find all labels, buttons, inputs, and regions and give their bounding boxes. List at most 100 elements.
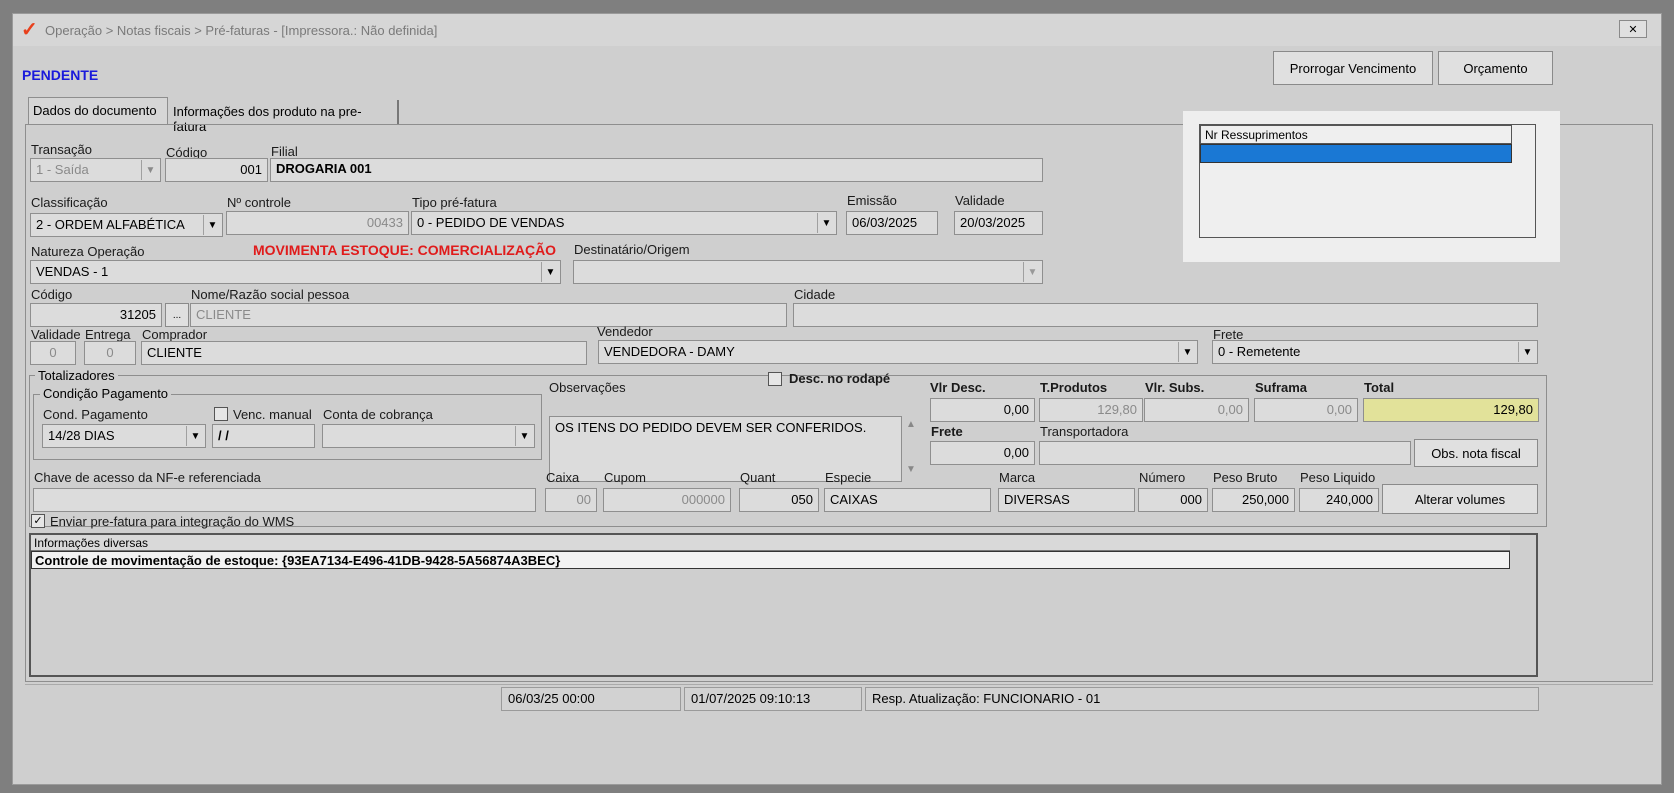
tipo-prefatura-select[interactable]: 0 - PEDIDO DE VENDAS ▼ xyxy=(411,211,837,235)
vlr-subs-field: 0,00 xyxy=(1144,398,1249,422)
close-button[interactable]: ✕ xyxy=(1619,20,1647,38)
peso-liquido-label: Peso Liquido xyxy=(1300,470,1376,485)
resupply-row-selected[interactable] xyxy=(1200,144,1512,163)
codigo-field[interactable]: 001 xyxy=(165,158,268,182)
tprodutos-field: 129,80 xyxy=(1039,398,1143,422)
validade-field[interactable]: 20/03/2025 xyxy=(954,211,1043,235)
natureza-select[interactable]: VENDAS - 1 ▼ xyxy=(30,260,561,284)
resupply-header-label: Nr Ressuprimentos xyxy=(1205,128,1308,142)
chave-label: Chave de acesso da NF-e referenciada xyxy=(34,470,261,485)
pessoa-codigo-label: Código xyxy=(31,287,73,302)
venc-manual-checkbox[interactable] xyxy=(214,407,228,421)
cond-pagamento-select[interactable]: 14/28 DIAS ▼ xyxy=(42,424,206,448)
prorrogar-vencimento-button[interactable]: Prorrogar Vencimento xyxy=(1273,51,1433,85)
pessoa-lookup-button[interactable]: ... xyxy=(165,303,189,327)
total-field: 129,80 xyxy=(1363,398,1539,422)
marca-field[interactable]: DIVERSAS xyxy=(998,488,1135,512)
caixa-field[interactable]: 00 xyxy=(545,488,597,512)
orcamento-button[interactable]: Orçamento xyxy=(1438,51,1553,85)
peso-bruto-field[interactable]: 250,000 xyxy=(1212,488,1295,512)
nr-controle-label: Nº controle xyxy=(227,195,291,210)
filial-field[interactable]: DROGARIA 001 xyxy=(270,158,1043,182)
peso-liquido-field[interactable]: 240,000 xyxy=(1299,488,1379,512)
classificacao-value: 2 - ORDEM ALFABÉTICA xyxy=(36,217,185,232)
entrega-label: Entrega xyxy=(85,327,131,342)
transacao-select[interactable]: 1 - Saída ▼ xyxy=(30,158,161,182)
venc-manual-field[interactable]: / / xyxy=(212,424,315,448)
tipo-prefatura-value: 0 - PEDIDO DE VENDAS xyxy=(417,215,565,230)
wms-checkbox[interactable]: ✓ xyxy=(31,514,45,528)
tipo-prefatura-label: Tipo pré-fatura xyxy=(412,195,497,210)
destinatario-label: Destinatário/Origem xyxy=(574,242,690,257)
desc-rodape-checkbox[interactable] xyxy=(768,372,782,386)
caixa-label: Caixa xyxy=(546,470,580,485)
natureza-label: Natureza Operação xyxy=(31,244,145,259)
conta-cobranca-select[interactable]: ▼ xyxy=(322,424,535,448)
movimenta-estoque-label: MOVIMENTA ESTOQUE: COMERCIALIZAÇÃO xyxy=(253,242,557,258)
obs-nota-fiscal-button[interactable]: Obs. nota fiscal xyxy=(1414,439,1538,467)
entrega-field[interactable]: 0 xyxy=(84,341,136,365)
status-responsavel: Resp. Atualização: FUNCIONARIO - 01 xyxy=(865,687,1539,711)
tab-informacoes-produto[interactable]: Informações dos produto na pre-fatura xyxy=(169,100,399,134)
especie-field[interactable]: CAIXAS xyxy=(824,488,991,512)
status-created: 06/03/25 00:00 xyxy=(501,687,681,711)
chevron-down-icon: ▼ xyxy=(1518,342,1536,362)
tab-label: Dados do documento xyxy=(33,103,157,118)
alterar-volumes-button[interactable]: Alterar volumes xyxy=(1382,484,1538,514)
cupom-field[interactable]: 000000 xyxy=(603,488,731,512)
cond-pagamento-value: 14/28 DIAS xyxy=(48,428,115,443)
frete-field[interactable]: 0,00 xyxy=(930,441,1035,465)
filial-label: Filial xyxy=(271,144,298,159)
condicao-pagamento-title: Condição Pagamento xyxy=(40,386,172,401)
total-label: Total xyxy=(1364,380,1395,395)
chevron-down-icon: ▼ xyxy=(203,215,221,235)
comprador-field[interactable]: CLIENTE xyxy=(141,341,587,365)
chevron-down-icon: ▼ xyxy=(1178,342,1196,362)
marca-label: Marca xyxy=(999,470,1036,485)
status-updated: 01/07/2025 09:10:13 xyxy=(684,687,862,711)
transportadora-field[interactable] xyxy=(1039,441,1411,465)
transacao-label: Transação xyxy=(31,142,92,157)
quant-field[interactable]: 050 xyxy=(739,488,819,512)
vlr-desc-field[interactable]: 0,00 xyxy=(930,398,1035,422)
suframa-field: 0,00 xyxy=(1254,398,1358,422)
vendedor-select[interactable]: VENDEDORA - DAMY ▼ xyxy=(598,340,1198,364)
info-header: Informações diversas xyxy=(31,535,1510,551)
nr-controle-field[interactable]: 00433 xyxy=(226,211,409,235)
window-title: Operação > Notas fiscais > Pré-faturas -… xyxy=(45,23,438,38)
chevron-down-icon: ▼ xyxy=(515,426,533,446)
vendedor-value: VENDEDORA - DAMY xyxy=(604,344,735,359)
destinatario-select[interactable]: ▼ xyxy=(573,260,1043,284)
validade-dias-label: Validade xyxy=(31,327,81,342)
suframa-label: Suframa xyxy=(1255,380,1308,395)
tab-dados-documento[interactable]: Dados do documento xyxy=(28,97,168,124)
tprodutos-label: T.Produtos xyxy=(1040,380,1108,395)
scroll-down-icon[interactable]: ▼ xyxy=(906,464,916,475)
quant-label: Quant xyxy=(740,470,776,485)
transportadora-label: Transportadora xyxy=(1040,424,1129,439)
chave-field[interactable] xyxy=(33,488,536,512)
totalizadores-title: Totalizadores xyxy=(35,368,118,383)
pessoa-codigo-field[interactable]: 31205 xyxy=(30,303,162,327)
especie-label: Especie xyxy=(825,470,872,485)
cond-pagamento-label: Cond. Pagamento xyxy=(43,407,148,422)
nome-field[interactable]: CLIENTE xyxy=(190,303,787,327)
info-line[interactable]: Controle de movimentação de estoque: {93… xyxy=(31,551,1510,569)
info-header-label: Informações diversas xyxy=(34,536,149,550)
numero-field[interactable]: 000 xyxy=(1138,488,1208,512)
desc-rodape-label: Desc. no rodapé xyxy=(789,371,891,386)
vendedor-label: Vendedor xyxy=(597,324,653,339)
chevron-down-icon: ▼ xyxy=(1023,262,1041,282)
resupply-header: Nr Ressuprimentos xyxy=(1200,125,1512,144)
frete-tipo-select[interactable]: 0 - Remetente ▼ xyxy=(1212,340,1538,364)
validade-label: Validade xyxy=(955,193,1005,208)
info-line-text: Controle de movimentação de estoque: {93… xyxy=(35,553,561,568)
classificacao-select[interactable]: 2 - ORDEM ALFABÉTICA ▼ xyxy=(30,213,223,237)
cidade-field[interactable] xyxy=(793,303,1538,327)
numero-label: Número xyxy=(1139,470,1186,485)
cupom-label: Cupom xyxy=(604,470,646,485)
validade-dias-field[interactable]: 0 xyxy=(30,341,76,365)
chevron-down-icon: ▼ xyxy=(817,213,835,233)
emissao-field[interactable]: 06/03/2025 xyxy=(846,211,938,235)
scroll-up-icon[interactable]: ▲ xyxy=(906,419,916,430)
